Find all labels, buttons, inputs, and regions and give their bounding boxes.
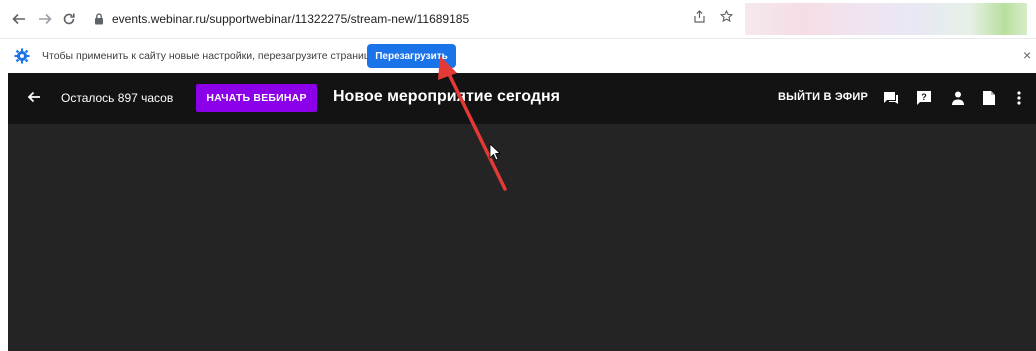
start-webinar-button[interactable]: НАЧАТЬ ВЕБИНАР — [196, 84, 317, 112]
browser-toolbar: events.webinar.ru/supportwebinar/1132227… — [0, 0, 1036, 38]
url-text: events.webinar.ru/supportwebinar/1132227… — [112, 12, 470, 26]
webinar-header: Осталось 897 часов НАЧАТЬ ВЕБИНАР Новое … — [8, 73, 1036, 124]
time-remaining: Осталось 897 часов — [61, 91, 174, 105]
close-icon[interactable]: × — [1023, 47, 1031, 63]
webinar-app: Осталось 897 часов НАЧАТЬ ВЕБИНАР Новое … — [8, 73, 1036, 351]
event-title: Новое мероприятие сегодня — [333, 88, 560, 105]
blurred-extensions-area — [745, 3, 1027, 35]
back-arrow-icon[interactable] — [26, 89, 44, 107]
more-vertical-icon[interactable] — [1010, 89, 1028, 107]
lock-icon[interactable] — [92, 12, 106, 26]
svg-text:?: ? — [921, 92, 927, 102]
address-bar[interactable]: events.webinar.ru/supportwebinar/1132227… — [88, 7, 743, 31]
gear-icon — [14, 48, 30, 64]
back-arrow-icon[interactable] — [9, 9, 29, 29]
reload-icon[interactable] — [59, 9, 79, 29]
chat-icon[interactable] — [882, 89, 900, 107]
share-icon[interactable] — [693, 10, 706, 26]
go-on-air-button[interactable]: ВЫЙТИ В ЭФИР — [778, 91, 868, 103]
person-icon[interactable] — [949, 89, 967, 107]
stream-area — [8, 124, 1036, 351]
question-icon[interactable]: ? — [915, 89, 933, 107]
reload-button[interactable]: Перезагрузить — [367, 44, 456, 68]
infobar-message: Чтобы применить к сайту новые настройки,… — [42, 50, 376, 62]
document-icon[interactable] — [980, 89, 998, 107]
star-icon[interactable] — [719, 9, 734, 26]
reload-infobar: Чтобы применить к сайту новые настройки,… — [0, 38, 1036, 73]
forward-arrow-icon[interactable] — [35, 9, 55, 29]
